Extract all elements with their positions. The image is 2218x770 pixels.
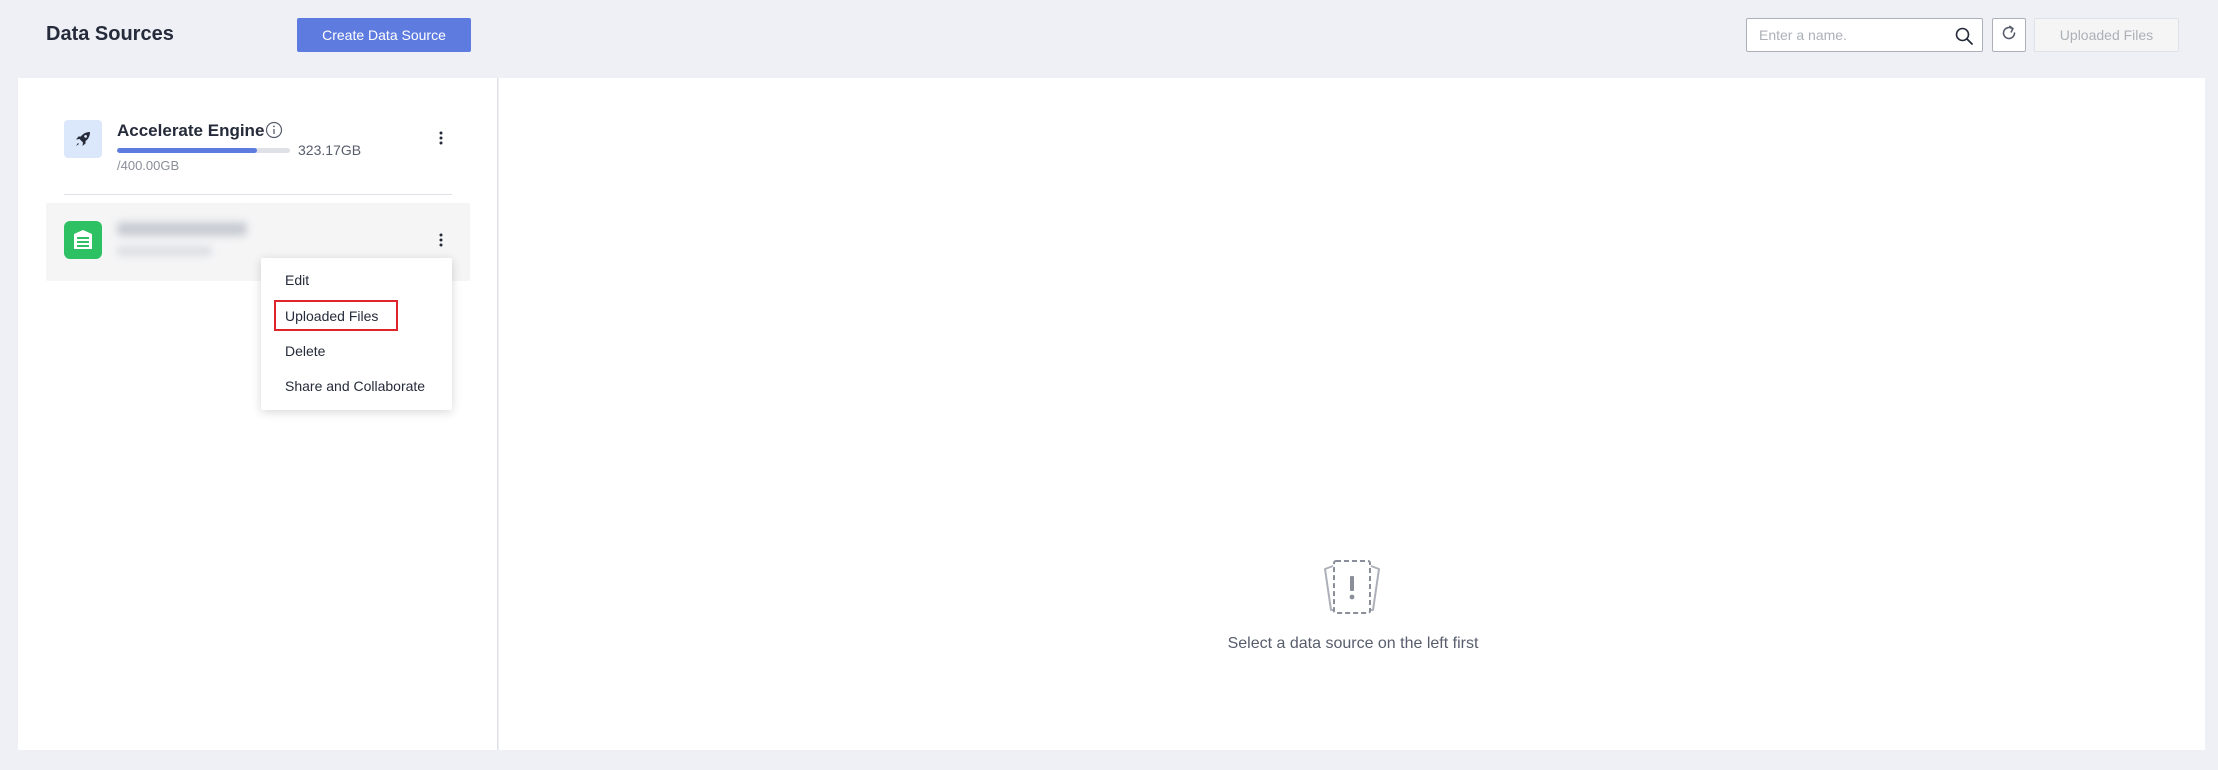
- rocket-icon: [64, 120, 102, 158]
- database-icon: [64, 221, 102, 259]
- data-source-list-panel: [18, 78, 498, 750]
- data-source-context-menu: Edit Uploaded Files Delete Share and Col…: [261, 258, 452, 410]
- storage-total: /400.00GB: [117, 158, 180, 173]
- search-box: [1746, 18, 1983, 52]
- more-vertical-icon[interactable]: [431, 128, 451, 148]
- data-source-detail-blurred: [117, 246, 212, 256]
- create-data-source-button[interactable]: Create Data Source: [297, 18, 471, 52]
- more-vertical-icon[interactable]: [431, 230, 451, 250]
- menu-item-uploaded-files[interactable]: Uploaded Files: [285, 307, 378, 325]
- divider: [64, 194, 452, 195]
- empty-state-message: Select a data source on the left first: [1227, 635, 1479, 652]
- storage-usage-bar: [117, 148, 290, 153]
- refresh-icon: [1999, 23, 2019, 48]
- refresh-button[interactable]: [1992, 18, 2026, 52]
- storage-usage-fill: [117, 148, 257, 153]
- menu-item-delete[interactable]: Delete: [285, 342, 325, 360]
- info-icon[interactable]: [265, 121, 283, 139]
- menu-item-share-and-collaborate[interactable]: Share and Collaborate: [285, 377, 425, 395]
- empty-document-icon: [1321, 558, 1383, 618]
- uploaded-files-button[interactable]: Uploaded Files: [2034, 18, 2179, 52]
- accelerate-engine-title[interactable]: Accelerate Engine: [117, 120, 264, 142]
- page-title: Data Sources: [46, 23, 174, 45]
- data-source-name-blurred: [117, 222, 247, 236]
- menu-item-edit[interactable]: Edit: [285, 271, 309, 289]
- search-icon[interactable]: [1954, 26, 1974, 46]
- search-input[interactable]: [1747, 20, 1949, 50]
- storage-used: 323.17GB: [298, 142, 362, 158]
